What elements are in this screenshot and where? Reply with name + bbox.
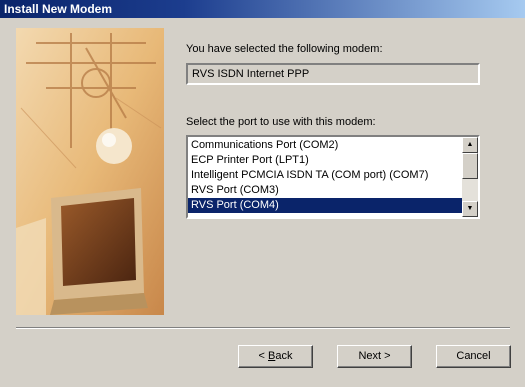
port-list-item[interactable]: ECP Printer Port (LPT1) [188,153,462,168]
next-button[interactable]: Next > [337,345,412,368]
port-listbox[interactable]: Communications Port (COM2) ECP Printer Po… [186,135,480,219]
scroll-thumb[interactable] [462,153,478,179]
cancel-button-label: Cancel [456,350,491,362]
install-modem-dialog: Install New Modem You have selected the … [0,0,525,387]
back-button-prefix: < [258,350,268,362]
port-select-label: Select the port to use with this modem: [186,116,376,128]
port-list-item[interactable]: RVS Port (COM4) [188,198,462,213]
port-list-scrollbar[interactable]: ▲ ▼ [462,137,478,217]
scroll-up-arrow-icon[interactable]: ▲ [462,137,478,153]
port-list-item[interactable]: RVS Port (COM3) [188,183,462,198]
selected-modem-value: RVS ISDN Internet PPP [192,68,310,80]
port-list: Communications Port (COM2) ECP Printer Po… [188,138,462,213]
cancel-button[interactable]: Cancel [436,345,511,368]
scroll-down-arrow-icon[interactable]: ▼ [462,201,478,217]
port-list-item[interactable]: Communications Port (COM2) [188,138,462,153]
button-separator [16,327,510,329]
selected-modem-field: RVS ISDN Internet PPP [186,63,480,85]
selected-modem-label: You have selected the following modem: [186,43,383,55]
next-button-label: Next > [358,350,391,362]
back-button[interactable]: < Back [238,345,313,368]
wizard-illustration [16,28,164,315]
window-title: Install New Modem [4,2,113,16]
computer-monitor-illustration-icon [16,28,164,315]
back-button-label: ack [275,350,293,362]
port-list-item[interactable]: Intelligent PCMCIA ISDN TA (COM port) (C… [188,168,462,183]
title-bar: Install New Modem [0,0,525,18]
